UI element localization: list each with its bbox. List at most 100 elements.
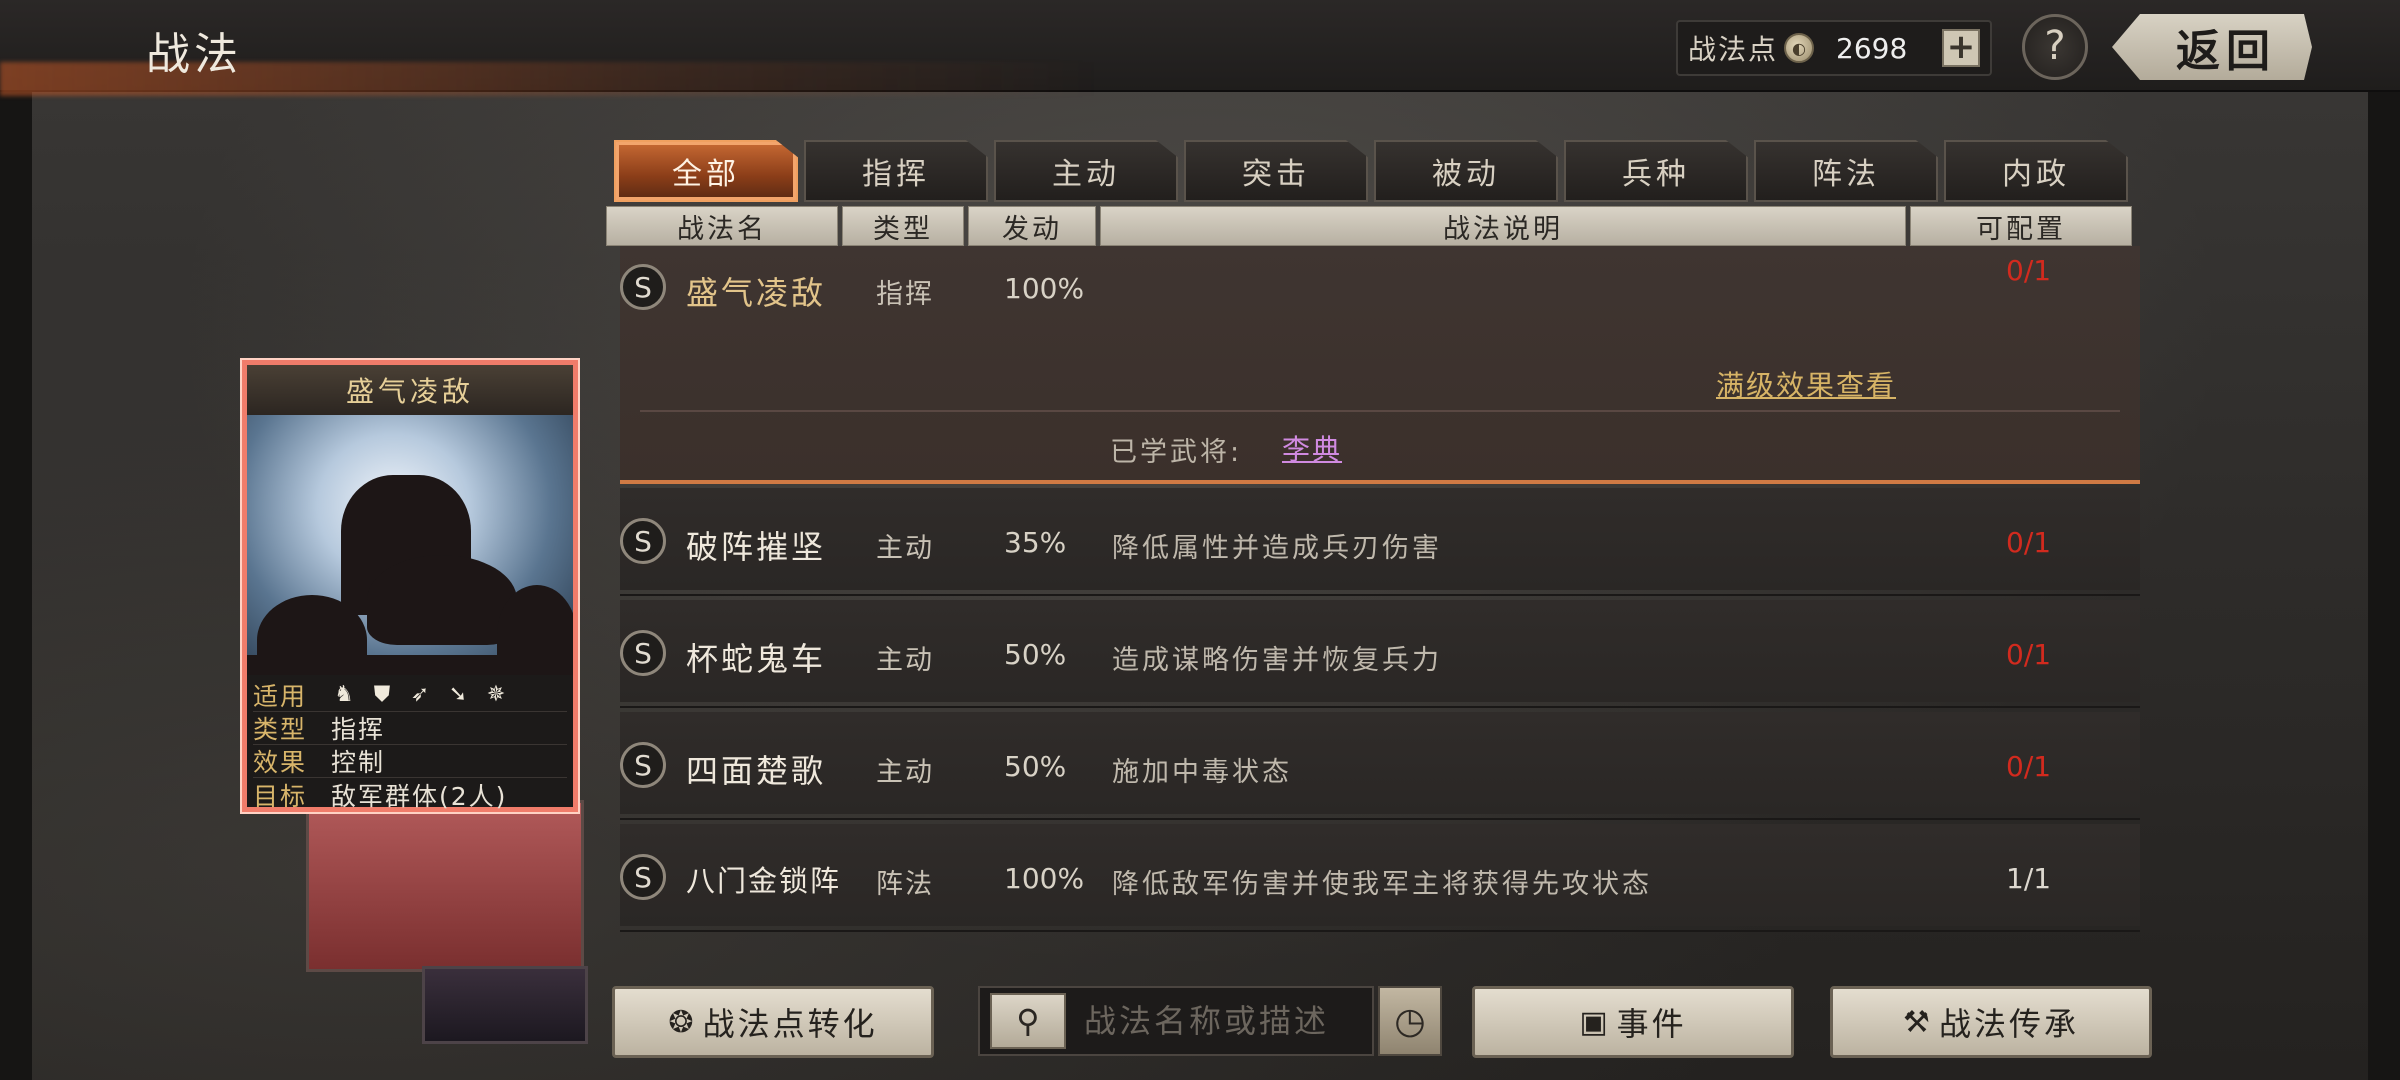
tab-assault[interactable]: 突击: [1184, 140, 1368, 202]
learned-label: 已学武将:: [1110, 437, 1243, 468]
tactic-type: 主动: [876, 645, 934, 676]
right-edge: [2368, 90, 2400, 1080]
tab-passive[interactable]: 被动: [1374, 140, 1558, 202]
horse-silhouette: [367, 555, 517, 645]
tactic-name: 破阵摧坚: [686, 528, 827, 566]
points-label: 战法点: [1688, 33, 1779, 66]
tactic-type: 阵法: [876, 869, 934, 900]
search-bar: ⚲: [978, 986, 1374, 1056]
tactic-row[interactable]: S 破阵摧坚 主动 35% 降低属性并造成兵刃伤害 0/1: [620, 484, 2140, 596]
card-type-row: 类型 指挥: [253, 712, 567, 745]
full-effect-link[interactable]: 满级效果查看: [1716, 364, 1896, 404]
tactic-count: 0/1: [2006, 526, 2052, 559]
event-label: 事件: [1616, 1005, 1687, 1043]
bow-icon: ➶: [410, 682, 430, 707]
tactic-rate: 50%: [1004, 750, 1067, 783]
tactic-name: 盛气凌敌: [686, 274, 827, 312]
tactic-description: 造成谋略伤害并恢复兵力: [1112, 645, 1442, 676]
event-button[interactable]: ▣ 事件: [1472, 986, 1794, 1058]
row-content: S 八门金锁阵 阵法 100% 降低敌军伤害并使我军主将获得先攻状态 1/1: [620, 854, 2140, 904]
row-content: S 四面楚歌 主动 50% 施加中毒状态 0/1: [620, 742, 2140, 792]
hammer-icon: ⚒: [1903, 1004, 1933, 1040]
column-header-description: 战法说明: [1100, 206, 1906, 246]
card-info: 适用 ♞ ⛊ ➶ ➘ ✵ 类型 指挥 效果 控制 目标 敌军群体(2人): [247, 675, 573, 811]
tactic-row[interactable]: S 八门金锁阵 阵法 100% 降低敌军伤害并使我军主将获得先攻状态 1/1: [620, 820, 2140, 932]
card-artwork: [247, 415, 573, 675]
tactic-row[interactable]: S 杯蛇鬼车 主动 50% 造成谋略伤害并恢复兵力 0/1: [620, 596, 2140, 708]
card-title: 盛气凌敌: [247, 365, 573, 415]
spear-icon: ➘: [448, 682, 468, 707]
tactic-count: 0/1: [2006, 750, 2052, 783]
grade-badge: S: [620, 518, 666, 564]
clock-icon: ◷: [1394, 1000, 1426, 1042]
tactic-point-coin-icon: ◐: [1784, 33, 1815, 63]
card-stack-back: [306, 800, 584, 972]
expanded-tactic-row[interactable]: S 盛气凌敌 指挥 100% 0/1 满级效果查看 已学武将: 李典: [620, 246, 2140, 484]
tab-active[interactable]: 主动: [994, 140, 1178, 202]
learned-general-link[interactable]: 李典: [1282, 428, 1342, 468]
top-bar: 战法 战法点 ◐ 2698 + ? 返回: [0, 0, 2400, 96]
column-header-rate[interactable]: 发动: [968, 206, 1096, 246]
tactic-type: 主动: [876, 757, 934, 788]
tab-command[interactable]: 指挥: [804, 140, 988, 202]
grade-badge: S: [620, 742, 666, 788]
target-label: 目标: [253, 781, 308, 811]
column-header-available[interactable]: 可配置: [1910, 206, 2132, 246]
target-value: 敌军群体(2人): [331, 781, 508, 811]
tab-formation[interactable]: 阵法: [1754, 140, 1938, 202]
card-applicable-row: 适用 ♞ ⛊ ➶ ➘ ✵: [253, 679, 567, 712]
grade-badge: S: [620, 264, 666, 310]
add-points-button[interactable]: +: [1942, 29, 1980, 67]
tactic-card: 盛气凌敌 适用 ♞ ⛊ ➶ ➘ ✵ 类型 指挥 效果 控制 目标 敌军群体(2人…: [242, 360, 578, 812]
tactic-type: 主动: [876, 533, 934, 564]
search-input[interactable]: [1084, 1002, 1364, 1040]
siege-wheel-icon: ✵: [486, 682, 506, 707]
tactic-description: 降低属性并造成兵刃伤害: [1112, 533, 1442, 564]
cavalry-icon: ♞: [334, 682, 354, 707]
help-button[interactable]: ?: [2022, 14, 2088, 80]
column-header-type[interactable]: 类型: [842, 206, 964, 246]
tactic-name: 杯蛇鬼车: [686, 640, 827, 678]
column-header-name[interactable]: 战法名: [606, 206, 838, 246]
tactic-description: 施加中毒状态: [1112, 757, 1292, 788]
search-button[interactable]: ⚲: [990, 993, 1066, 1049]
effect-value: 控制: [331, 748, 386, 777]
tactic-list[interactable]: S 盛气凌敌 指挥 100% 0/1 满级效果查看 已学武将: 李典 S 破阵摧…: [620, 246, 2140, 966]
tab-troop[interactable]: 兵种: [1564, 140, 1748, 202]
grade-badge: S: [620, 854, 666, 900]
page-title: 战法: [146, 29, 242, 80]
card-target-row: 目标 敌军群体(2人): [253, 778, 567, 811]
convert-points-button[interactable]: ❂ 战法点转化: [612, 986, 934, 1058]
inherit-label: 战法传承: [1938, 1005, 2079, 1043]
back-label: 返回: [2176, 26, 2276, 77]
inherit-button[interactable]: ⚒ 战法传承: [1830, 986, 2152, 1058]
ground-silhouette: [247, 655, 573, 675]
tactic-count: 0/1: [2006, 638, 2052, 671]
back-button[interactable]: 返回: [2112, 14, 2312, 80]
tactic-count: 0/1: [2006, 254, 2052, 287]
type-label: 类型: [253, 715, 308, 744]
left-edge: [0, 90, 32, 1080]
points-value: 2698: [1836, 31, 1908, 65]
type-value: 指挥: [331, 715, 386, 744]
tab-all[interactable]: 全部: [614, 140, 798, 202]
tactic-points-display: 战法点 ◐ 2698 +: [1676, 20, 1992, 76]
tactic-type: 指挥: [876, 279, 934, 310]
tactic-description: 降低敌军伤害并使我军主将获得先攻状态: [1112, 869, 1652, 900]
tactic-name: 四面楚歌: [686, 752, 827, 790]
card-effect-row: 效果 控制: [253, 745, 567, 778]
unit-icons: ♞ ⛊ ➶ ➘ ✵: [331, 682, 509, 708]
tactic-row[interactable]: S 四面楚歌 主动 50% 施加中毒状态 0/1: [620, 708, 2140, 820]
tactic-count: 1/1: [2006, 862, 2052, 895]
category-tabs: 全部 指挥 主动 突击 被动 兵种 阵法 内政: [614, 140, 2128, 202]
flame-icon: ❂: [668, 1004, 697, 1040]
row-content: S 杯蛇鬼车 主动 50% 造成谋略伤害并恢复兵力 0/1: [620, 630, 2140, 680]
convert-points-label: 战法点转化: [702, 1005, 878, 1043]
card-stack-back-2: [422, 966, 588, 1044]
shield-icon: ⛊: [373, 682, 391, 707]
history-button[interactable]: ◷: [1378, 986, 1442, 1056]
row-content: S 破阵摧坚 主动 35% 降低属性并造成兵刃伤害 0/1: [620, 518, 2140, 568]
applicable-label: 适用: [253, 682, 308, 711]
expanded-row-main: S 盛气凌敌 指挥 100% 0/1: [620, 254, 2140, 324]
tab-internal[interactable]: 内政: [1944, 140, 2128, 202]
